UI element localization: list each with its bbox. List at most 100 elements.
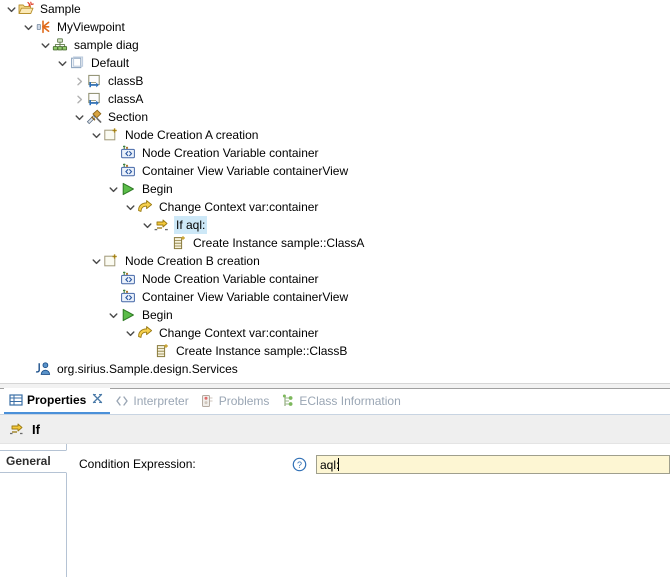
tree-item-change-context-var-container[interactable]: Change Context var:container — [0, 198, 670, 216]
tree-item-create-instance-sample-classb[interactable]: Create Instance sample::ClassB — [0, 342, 670, 360]
text-caret — [338, 457, 340, 471]
tree-item-label: Sample — [40, 2, 81, 16]
chevron-right-icon[interactable] — [72, 72, 86, 90]
create-instance-icon — [154, 343, 170, 359]
variable-icon — [120, 145, 136, 161]
tab-properties[interactable]: Properties — [4, 388, 111, 414]
tree-item-label: classB — [108, 74, 144, 88]
tree-item-begin[interactable]: Begin — [0, 306, 670, 324]
interpreter-icon — [114, 394, 129, 409]
tree-item-label: Section — [108, 110, 149, 124]
if-icon — [154, 217, 170, 233]
tree-item-sample[interactable]: Sample — [0, 0, 670, 18]
properties-header-title: If — [32, 421, 40, 437]
tree-item-myviewpoint[interactable]: MyViewpoint — [0, 18, 670, 36]
tree-item-change-context-var-container[interactable]: Change Context var:container — [0, 324, 670, 342]
eclipse-window: Sample MyViewpoint sample diag Default class… — [0, 0, 670, 577]
create-instance-icon — [171, 235, 187, 251]
tree-item-sample-diag[interactable]: sample diag — [0, 36, 670, 54]
chevron-down-icon[interactable] — [89, 252, 103, 270]
view-tab-bar: Properties Interpreter Problems EClass Info… — [0, 388, 670, 415]
chevron-right-icon[interactable] — [72, 90, 86, 108]
tree-item-default[interactable]: Default — [0, 54, 670, 72]
tree-item-label: Change Context var:container — [159, 326, 319, 340]
tab-label: Properties — [27, 393, 87, 407]
model-explorer-tree[interactable]: Sample MyViewpoint sample diag Default class… — [0, 0, 670, 383]
chevron-down-icon[interactable] — [55, 54, 69, 72]
tree-item-label: Create Instance sample::ClassA — [193, 236, 365, 250]
tab-problems[interactable]: Problems — [196, 389, 277, 414]
tab-interpreter[interactable]: Interpreter — [110, 389, 195, 414]
tree-item-node-creation-a-creation[interactable]: Node Creation A creation — [0, 126, 670, 144]
eclass-icon — [280, 394, 295, 409]
condition-expression-label: Condition Expression: — [79, 457, 196, 471]
twisty-placeholder — [106, 144, 120, 162]
chevron-down-icon[interactable] — [72, 108, 86, 126]
tree-item-section[interactable]: Section — [0, 108, 670, 126]
java-service-icon — [35, 361, 51, 377]
condition-expression-input[interactable]: aql: — [316, 454, 670, 474]
tree-item-node-creation-b-creation[interactable]: Node Creation B creation — [0, 252, 670, 270]
tree-item-classa[interactable]: classA — [0, 90, 670, 108]
svg-text:?: ? — [296, 459, 301, 469]
chevron-down-icon[interactable] — [140, 216, 154, 234]
twisty-placeholder — [21, 360, 35, 378]
tree-item-label: If aql: — [174, 216, 208, 234]
node-creation-icon — [103, 253, 119, 269]
begin-icon — [120, 181, 136, 197]
tree-item-label: Create Instance sample::ClassB — [176, 344, 348, 358]
chevron-down-icon[interactable] — [106, 306, 120, 324]
properties-header: If — [0, 415, 670, 444]
properties-tab-general[interactable]: General — [0, 450, 67, 473]
chevron-down-icon[interactable] — [123, 324, 137, 342]
properties-body: General Condition Expression:? aql: — [0, 444, 670, 577]
tree-item-container-view-variable-containerview[interactable]: Container View Variable containerView — [0, 162, 670, 180]
tree-item-if-aql[interactable]: If aql: — [0, 216, 670, 234]
properties-content: Condition Expression:? aql: — [67, 444, 670, 577]
change-context-icon — [137, 199, 153, 215]
properties-icon — [8, 393, 23, 408]
twisty-placeholder — [140, 342, 154, 360]
tab-label: EClass Information — [299, 394, 401, 408]
tree-item-label: Container View Variable containerView — [142, 290, 349, 304]
tree-item-label: classA — [108, 92, 144, 106]
chevron-down-icon[interactable] — [106, 180, 120, 198]
tree-item-label: sample diag — [74, 38, 139, 52]
tree-item-label: Change Context var:container — [159, 200, 319, 214]
help-icon[interactable]: ? — [291, 456, 307, 472]
twisty-placeholder — [106, 270, 120, 288]
tree-item-org-sirius-sample-design-services[interactable]: org.sirius.Sample.design.Services — [0, 360, 670, 378]
tree-item-node-creation-variable-container[interactable]: Node Creation Variable container — [0, 270, 670, 288]
begin-icon — [120, 307, 136, 323]
if-icon — [8, 420, 26, 438]
tree-item-label: Node Creation Variable container — [142, 272, 319, 286]
chevron-down-icon[interactable] — [123, 198, 137, 216]
node-mapping-icon — [86, 91, 102, 107]
folder-sample-icon — [18, 1, 34, 17]
tree-item-create-instance-sample-classa[interactable]: Create Instance sample::ClassA — [0, 234, 670, 252]
condition-expression-row: Condition Expression:? aql: — [67, 453, 670, 475]
tree-item-classb[interactable]: classB — [0, 72, 670, 90]
chevron-down-icon[interactable] — [4, 0, 18, 18]
tree-item-label: Container View Variable containerView — [142, 164, 349, 178]
chevron-down-icon[interactable] — [89, 126, 103, 144]
properties-view: Properties Interpreter Problems EClass Info… — [0, 388, 670, 577]
chevron-down-icon[interactable] — [21, 18, 35, 36]
node-creation-icon — [103, 127, 119, 143]
close-icon[interactable] — [92, 393, 103, 407]
tab-eclass-information[interactable]: EClass Information — [276, 389, 407, 414]
tree-item-label: org.sirius.Sample.design.Services — [57, 362, 238, 376]
node-mapping-icon — [86, 73, 102, 89]
properties-tab-list[interactable]: General — [0, 444, 67, 577]
tree-item-label: Node Creation Variable container — [142, 146, 319, 160]
problems-icon — [200, 394, 215, 409]
tree-item-container-view-variable-containerview[interactable]: Container View Variable containerView — [0, 288, 670, 306]
twisty-placeholder — [106, 288, 120, 306]
twisty-placeholder — [106, 162, 120, 180]
chevron-down-icon[interactable] — [38, 36, 52, 54]
tree-item-begin[interactable]: Begin — [0, 180, 670, 198]
tree-item-label: Default — [91, 56, 130, 70]
tree-item-node-creation-variable-container[interactable]: Node Creation Variable container — [0, 144, 670, 162]
section-icon — [86, 109, 102, 125]
change-context-icon — [137, 325, 153, 341]
